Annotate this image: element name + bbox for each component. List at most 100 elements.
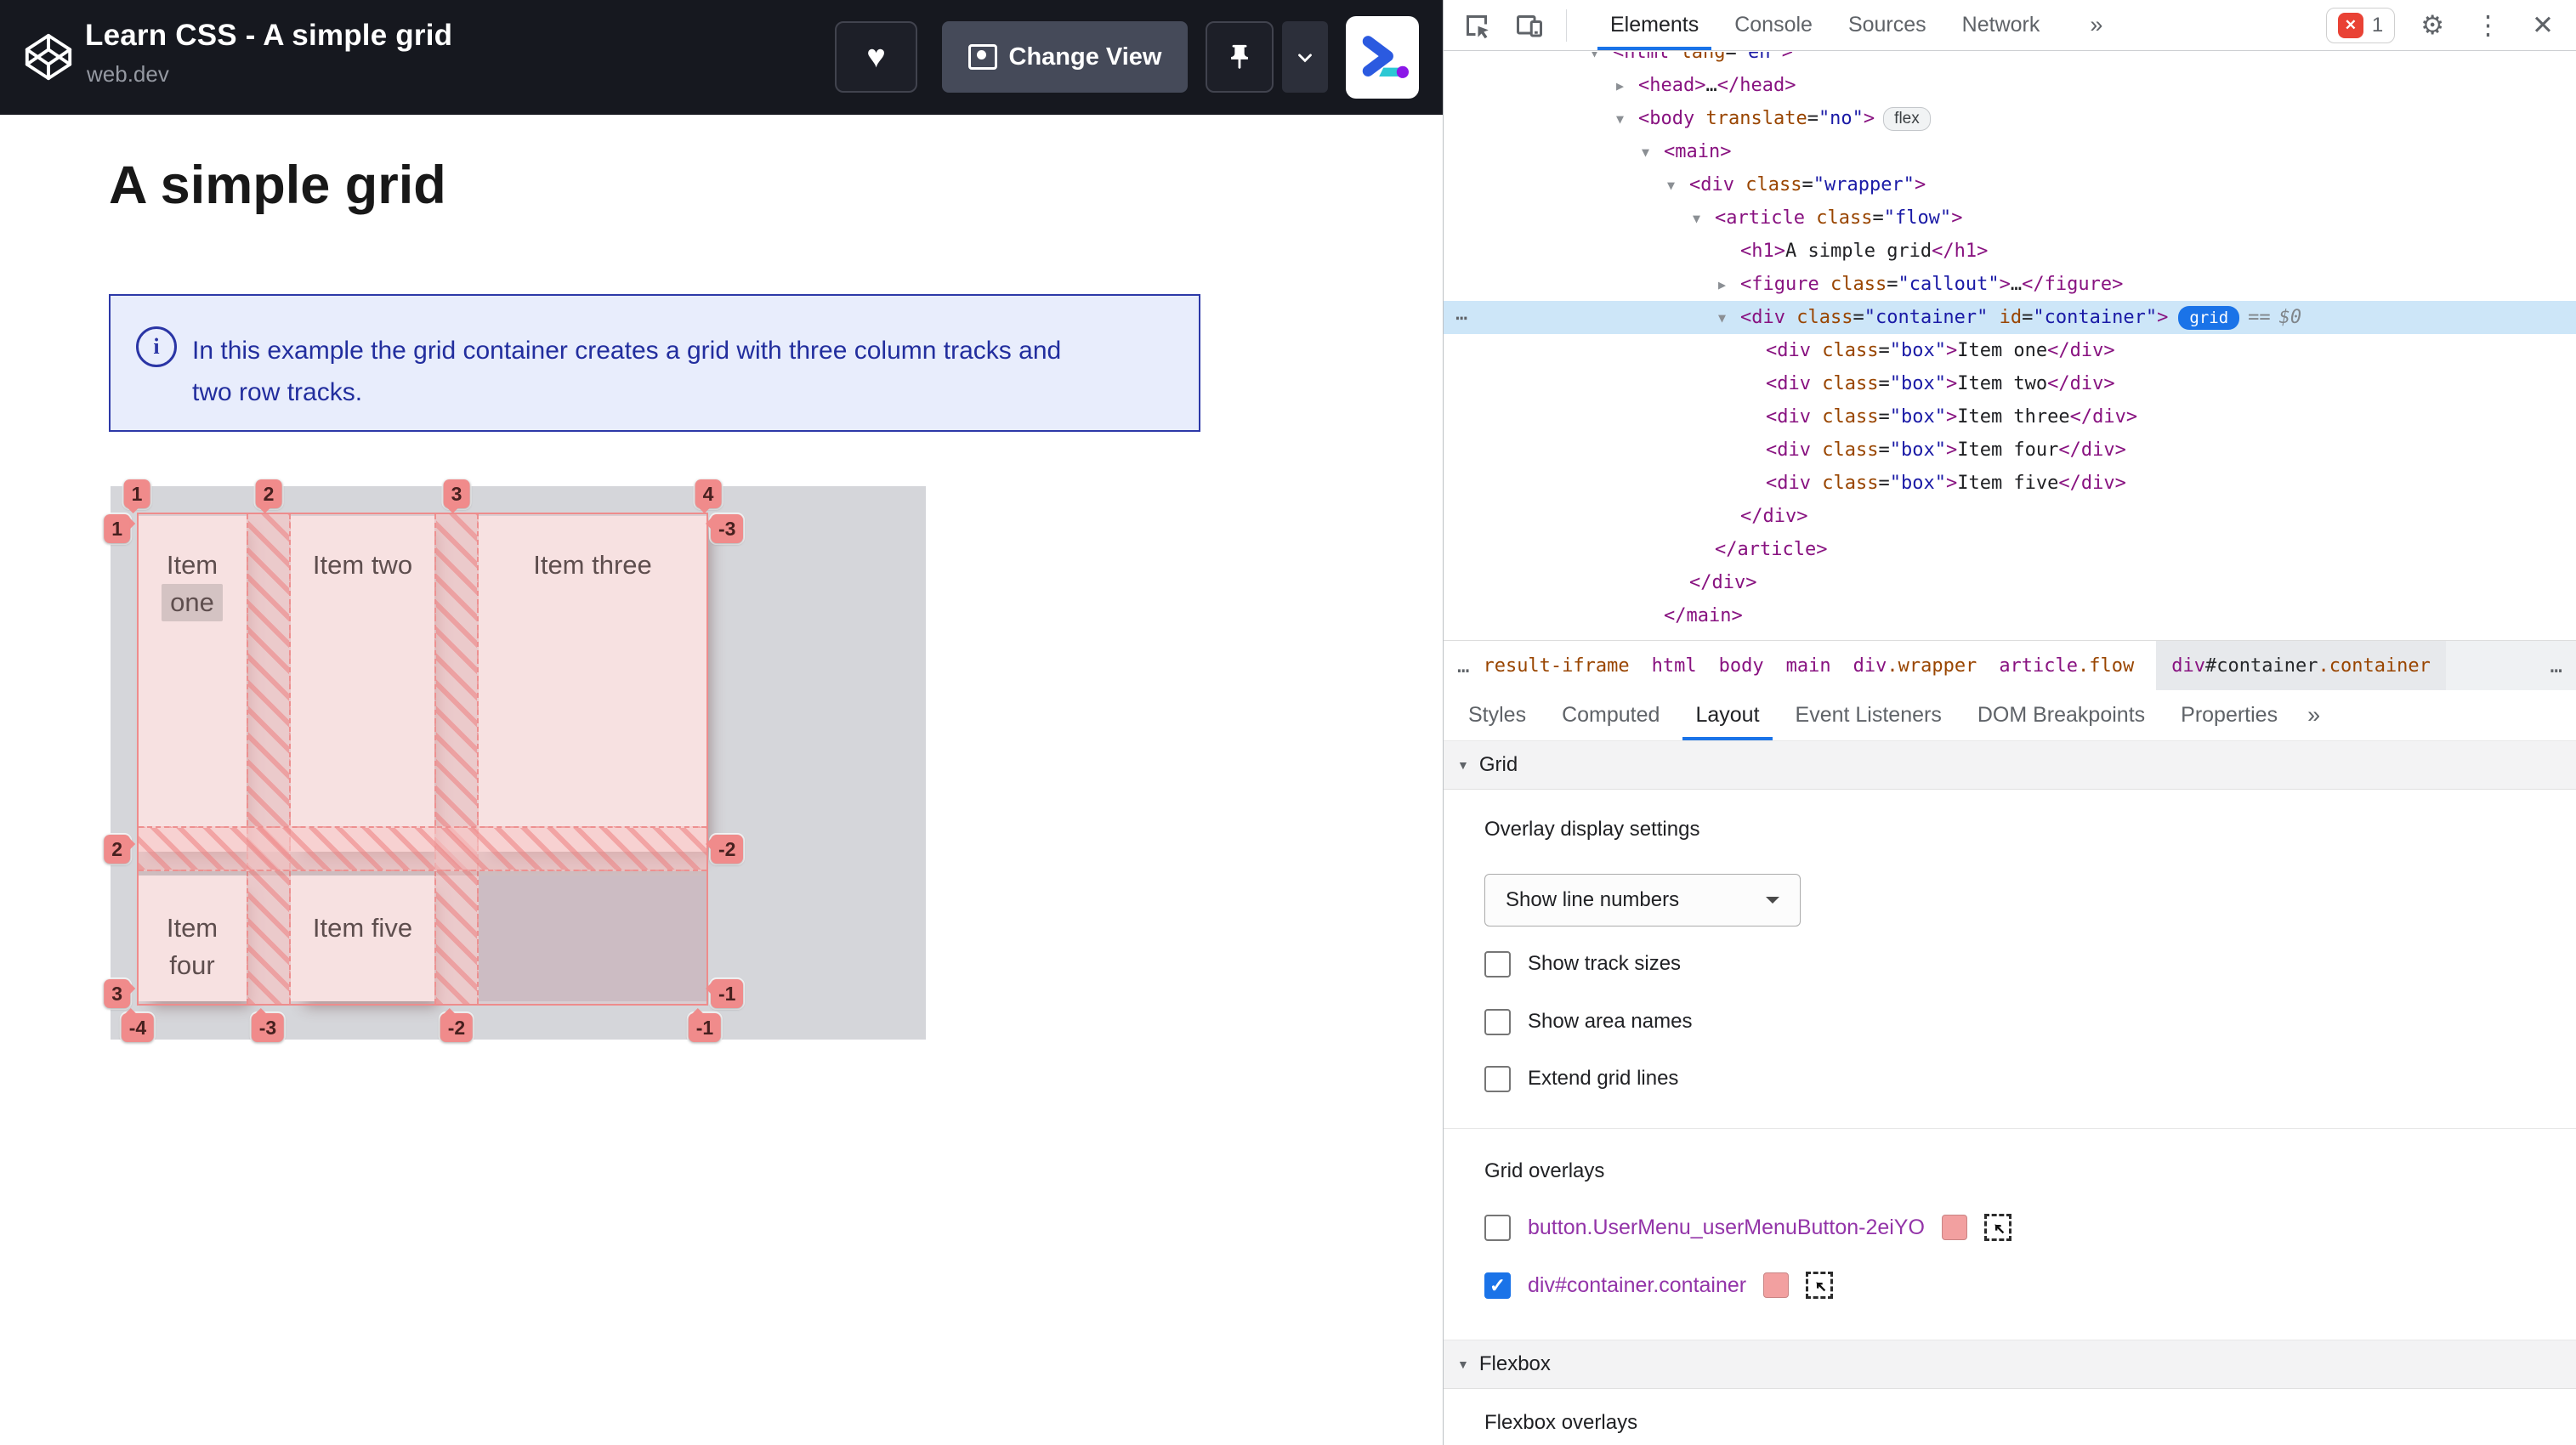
pin-button[interactable] [1206,21,1274,93]
tab-sources[interactable]: Sources [1830,0,1944,50]
change-view-label: Change View [1008,42,1162,71]
disclosure-arrow-icon[interactable]: ▼ [1642,144,1664,160]
kebab-menu-icon[interactable]: ⋮ [2470,10,2506,41]
breadcrumb-item[interactable]: html [1652,655,1697,677]
breadcrumb-item[interactable]: article.flow [1999,655,2134,677]
dom-tree-row[interactable]: ▼ <main> [1444,135,2576,168]
dom-tree-row[interactable]: <div class = "box" > Item two </div> [1444,367,2576,400]
grid-column-gap-1 [247,514,291,1004]
overlay-checkbox[interactable] [1484,1214,1511,1241]
tab-styles[interactable]: Styles [1450,689,1544,740]
dom-seg-val: "container" [1864,307,1989,328]
tab-event-listeners[interactable]: Event Listeners [1778,689,1960,740]
dom-tree-row[interactable]: ▼ <body translate = "no" > flex [1444,102,2576,135]
dom-seg-tag: <h1> [1740,241,1785,262]
dom-seg-tag: </head> [1716,75,1796,96]
more-tabs-icon[interactable]: » [2078,12,2114,38]
dom-seg-pln: = [2022,307,2034,328]
breadcrumb-item[interactable]: main [1786,655,1831,677]
overlay-checkbox[interactable]: ✓ [1484,1272,1511,1299]
dom-seg-val: "callout" [1898,274,2000,295]
dom-seg-val: "box" [1889,373,1946,394]
devtools-panel: Elements Console Sources Network » ✕ 1 ⚙ ⋮ … [1443,0,2576,1445]
tab-elements[interactable]: Elements [1592,0,1716,50]
section-expand-icon: ▼ [1457,1357,1469,1371]
breadcrumb-item[interactable]: result-iframe [1483,655,1629,677]
checkbox[interactable] [1484,1008,1511,1035]
section-divider [1444,1128,2576,1129]
dom-tree-row[interactable]: ⋯ ▼ <div class = "container" id = "container" >… [1444,301,2576,334]
inspect-element-icon[interactable] [1461,9,1493,42]
dropdown-toggle-button[interactable] [1282,21,1328,93]
dom-seg-pln: Item four [1957,439,2059,461]
dom-seg-tag: > [1945,439,1958,461]
breadcrumb-overflow-right-icon[interactable]: … [2537,654,2576,677]
breadcrumb-item[interactable]: body [1719,655,1764,677]
row-overflow-dots-icon[interactable]: ⋯ [1455,306,1469,330]
error-count-badge[interactable]: ✕ 1 [2325,7,2396,43]
checkbox[interactable] [1484,950,1511,978]
dom-tree-row[interactable]: </article> [1444,533,2576,566]
tab-layout[interactable]: Layout [1677,689,1777,740]
tab-console[interactable]: Console [1716,0,1830,50]
grid-section-header[interactable]: ▼ Grid [1444,740,2576,790]
dom-tree-row[interactable]: ▼ <article class = "flow" > [1444,201,2576,235]
tab-network[interactable]: Network [1944,0,2058,50]
overlay-row[interactable]: ✓ div#container.container [1484,1268,1834,1302]
dom-tree-row[interactable]: <div class = "box" > Item three </div> [1444,400,2576,434]
settings-gear-icon[interactable]: ⚙ [2415,10,2449,41]
grid-line-number-badge: 2 [104,835,135,864]
line-numbers-dropdown[interactable]: Show line numbers [1484,874,1801,926]
dom-tree-row[interactable]: ▼ <div class = "wrapper" > [1444,168,2576,201]
section-expand-icon: ▼ [1457,758,1469,772]
change-view-button[interactable]: Change View [942,21,1188,93]
info-icon: i [136,326,177,367]
disclosure-arrow-icon[interactable]: ▶ [1616,78,1638,94]
disclosure-arrow-icon[interactable]: ▼ [1718,310,1740,326]
dom-tree-row[interactable]: <div class = "box" > Item four </div> [1444,434,2576,467]
dom-seg-pln: Item five [1957,473,2059,494]
disclosure-arrow-icon[interactable]: ▶ [1718,277,1740,292]
dom-tree-row[interactable]: <h1> A simple grid </h1> [1444,235,2576,268]
disclosure-arrow-icon[interactable]: ▼ [1667,178,1689,193]
dom-seg-tag: <div [1766,406,1811,428]
tab-properties[interactable]: Properties [2163,689,2295,740]
breadcrumb-overflow-left-icon[interactable]: … [1444,654,1483,677]
prompt-logo-icon [1362,35,1409,78]
dom-tree-row[interactable]: <div class = "box" > Item one </div> [1444,334,2576,367]
dom-tree-row[interactable]: <div class = "box" > Item five </div> [1444,467,2576,500]
dom-tree-row[interactable]: </div> [1444,566,2576,599]
checkbox[interactable] [1484,1065,1511,1092]
tab-dom-breakpoints[interactable]: DOM Breakpoints [1960,689,2163,740]
breadcrumb-item[interactable]: div.wrapper [1853,655,1977,677]
close-devtools-icon[interactable]: ✕ [2527,10,2559,41]
flexbox-section-header[interactable]: ▼ Flexbox [1444,1340,2576,1389]
device-toolbar-icon[interactable] [1513,9,1546,42]
dom-tree-row[interactable]: </main> [1444,599,2576,632]
embed-site-link[interactable]: web.dev [87,61,169,88]
dom-seg-tag: > [1914,174,1926,196]
disclosure-arrow-icon[interactable]: ▼ [1693,211,1715,226]
select-element-icon[interactable] [1806,1272,1834,1299]
dom-tree-row[interactable]: ▼ <html lang = "en" > [1444,52,2576,69]
dom-tree-row[interactable]: </div> [1444,500,2576,533]
chevron-down-icon [1298,54,1312,63]
dom-seg-tag: <main> [1664,141,1732,162]
heart-button[interactable]: ♥ [835,21,917,93]
dom-tree-row[interactable]: ▶ <head >… </head> [1444,69,2576,102]
checkbox-row[interactable]: Extend grid lines [1484,1062,1678,1096]
overlay-row[interactable]: button.UserMenu_userMenuButton-2eiYO [1484,1210,2011,1244]
dom-seg-attr: class [1810,373,1879,394]
run-logo-button[interactable] [1346,16,1419,99]
disclosure-arrow-icon[interactable]: ▼ [1591,52,1613,60]
dom-tree-row[interactable]: ▶ <figure class = "callout" >… </figure> [1444,268,2576,301]
error-icon: ✕ [2337,12,2363,38]
tab-computed[interactable]: Computed [1544,689,1677,740]
dom-seg-tag: </div> [2058,439,2126,461]
more-pane-tabs-icon[interactable]: » [2295,702,2332,728]
checkbox-row[interactable]: Show area names [1484,1005,1692,1039]
checkbox-row[interactable]: Show track sizes [1484,947,1681,981]
disclosure-arrow-icon[interactable]: ▼ [1616,111,1638,127]
breadcrumb-item[interactable]: div #container .container [2156,641,2446,690]
select-element-icon[interactable] [1983,1214,2011,1241]
